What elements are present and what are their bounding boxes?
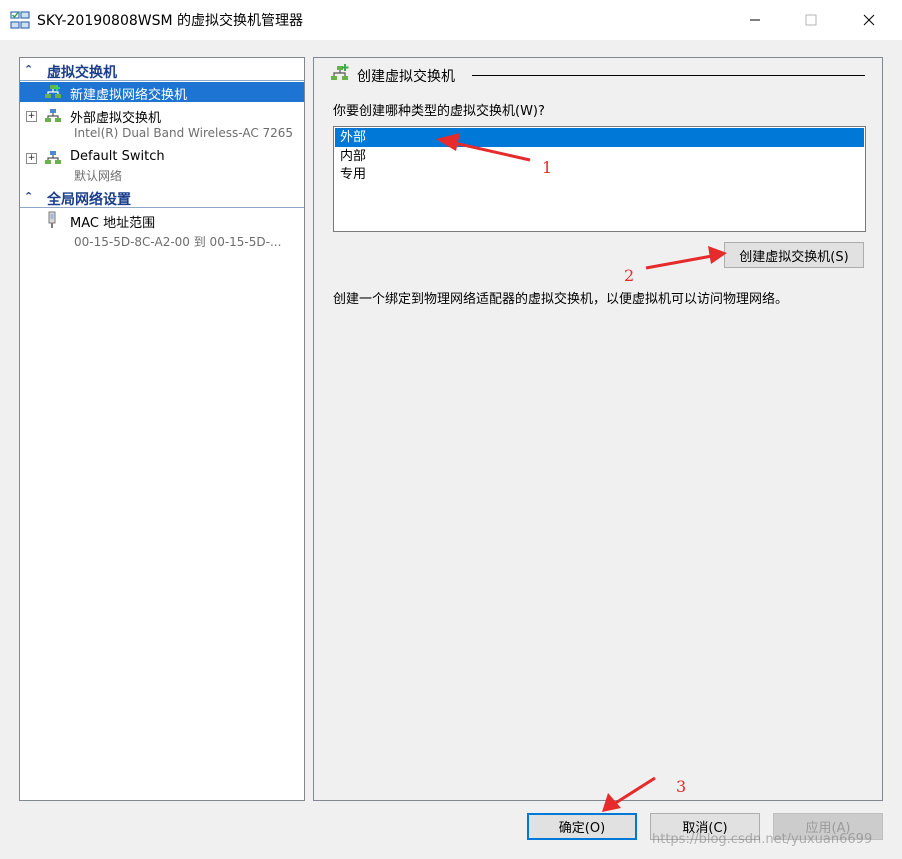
window-title: SKY-20190808WSM 的虚拟交换机管理器	[37, 13, 304, 29]
network-switch-icon	[45, 109, 61, 122]
create-switch-button[interactable]: 创建虚拟交换机(S)	[724, 242, 864, 268]
close-button[interactable]	[846, 0, 892, 40]
collapse-icon: ⌃	[24, 190, 34, 203]
section-global-network-settings[interactable]: ⌃ 全局网络设置	[20, 189, 304, 208]
section-label: 虚拟交换机	[47, 65, 117, 81]
new-switch-icon	[331, 64, 349, 80]
switch-type-description: 创建一个绑定到物理网络适配器的虚拟交换机，以便虚拟机可以访问物理网络。	[333, 292, 789, 307]
list-item-external[interactable]: 外部	[335, 128, 864, 147]
section-virtual-switches[interactable]: ⌃ 虚拟交换机	[20, 62, 304, 81]
network-switch-icon	[45, 151, 61, 164]
maximize-button[interactable]	[788, 0, 834, 40]
tree-item-mac-range[interactable]: MAC 地址范围	[20, 211, 304, 231]
minimize-button[interactable]	[732, 0, 778, 40]
tree-item-label: MAC 地址范围	[70, 216, 156, 231]
new-switch-icon	[45, 85, 61, 98]
collapse-icon: ⌃	[24, 63, 34, 76]
network-type: 默认网络	[74, 169, 123, 183]
switch-manager-icon	[10, 11, 30, 29]
expand-icon[interactable]: +	[26, 111, 37, 122]
network-adapter-icon	[48, 211, 56, 228]
section-label: 全局网络设置	[47, 192, 131, 208]
mac-range-value: 00-15-5D-8C-A2-00 到 00-15-5D-...	[74, 235, 282, 249]
tree-item-label: 外部虚拟交换机	[70, 111, 162, 126]
tree-item-label: Default Switch	[70, 149, 165, 164]
expand-icon[interactable]: +	[26, 153, 37, 164]
maximize-icon	[805, 14, 817, 26]
section-title: 创建虚拟交换机	[357, 69, 455, 85]
title-divider	[472, 75, 865, 76]
annotation-number-2: 2	[624, 266, 635, 285]
minimize-icon	[750, 19, 760, 21]
list-item-private[interactable]: 专用	[335, 165, 864, 184]
tree-item-new-switch[interactable]: 新建虚拟网络交换机	[20, 82, 304, 103]
adapter-name: Intel(R) Dual Band Wireless-AC 7265	[74, 126, 294, 140]
tree-item-label: 新建虚拟网络交换机	[70, 88, 188, 103]
tree-item-external-switch[interactable]: + 外部虚拟交换机	[20, 106, 304, 126]
annotation-number-3: 3	[676, 777, 687, 796]
close-icon	[863, 14, 875, 26]
switch-tree: ⌃ 虚拟交换机 新建虚拟网络交换机 + 外部虚拟交换机 Intel(R) Dua…	[19, 57, 305, 801]
annotation-number-1: 1	[542, 158, 553, 177]
switch-type-question: 你要创建哪种类型的虚拟交换机(W)?	[333, 104, 545, 119]
tree-item-default-switch[interactable]: + Default Switch	[20, 148, 304, 168]
list-item-internal[interactable]: 内部	[335, 147, 864, 166]
ok-button[interactable]: 确定(O)	[527, 813, 637, 840]
switch-type-list[interactable]: 外部 内部 专用	[333, 126, 866, 232]
watermark: https://blog.csdn.net/yuxuan6699	[652, 832, 873, 847]
